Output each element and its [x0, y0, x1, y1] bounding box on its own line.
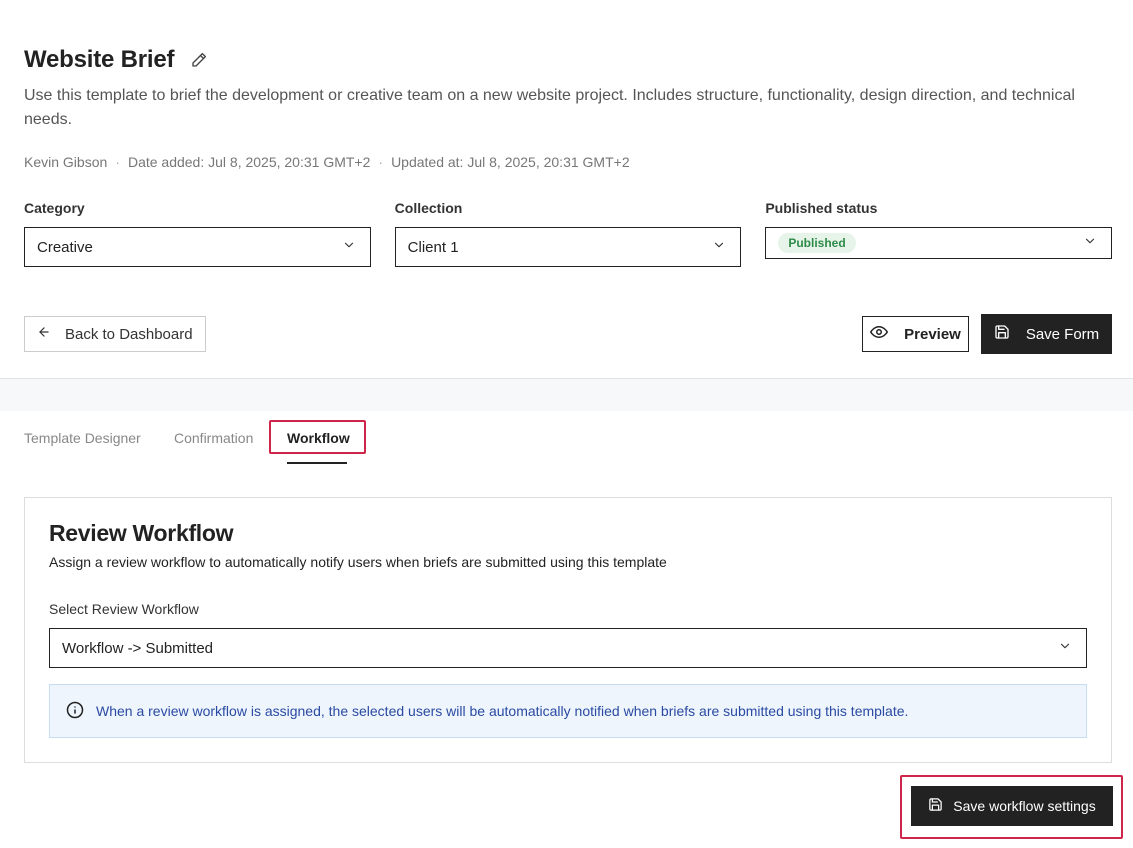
collection-field: Collection Client 1: [394, 200, 742, 267]
preview-button-label: Preview: [904, 325, 961, 343]
page-header: Website Brief Use this template to brief…: [24, 46, 1114, 170]
chevron-down-icon: [1058, 639, 1072, 657]
pencil-icon[interactable]: [188, 49, 210, 71]
action-bar: Back to Dashboard Preview Save Form: [24, 314, 1112, 354]
save-form-label: Save Form: [1025, 325, 1100, 343]
chevron-down-icon: [1083, 234, 1097, 252]
info-notice: When a review workflow is assigned, the …: [49, 684, 1087, 738]
info-notice-text: When a review workflow is assigned, the …: [96, 703, 909, 719]
title-row: Website Brief: [24, 46, 1114, 74]
workflow-select-value: Workflow -> Submitted: [62, 639, 214, 657]
save-workflow-label: Save workflow settings: [953, 798, 1096, 814]
floppy-disk-icon: [994, 324, 1010, 344]
category-value: Creative: [37, 238, 93, 256]
published-status-label: Published status: [765, 200, 878, 216]
collection-select[interactable]: Client 1: [394, 227, 742, 267]
save-workflow-settings-button[interactable]: Save workflow settings: [911, 786, 1113, 826]
workflow-select-label: Select Review Workflow: [49, 601, 199, 617]
active-tab-underline: [287, 462, 347, 464]
info-circle-icon: [66, 701, 84, 722]
preview-button[interactable]: Preview: [862, 316, 969, 352]
panel-title: Review Workflow: [49, 520, 234, 546]
chevron-down-icon: [712, 238, 726, 256]
updated-at: Updated at: Jul 8, 2025, 20:31 GMT+2: [391, 154, 630, 170]
meta-separator: ·: [115, 154, 120, 170]
tab-confirmation[interactable]: Confirmation: [174, 430, 253, 446]
collection-value: Client 1: [407, 238, 459, 256]
eye-icon: [870, 323, 889, 345]
category-select[interactable]: Creative: [24, 227, 371, 267]
workflow-select[interactable]: Workflow -> Submitted: [49, 628, 1087, 668]
published-status-select[interactable]: Published: [765, 227, 1113, 259]
tab-workflow[interactable]: Workflow: [287, 430, 350, 446]
arrow-left-icon: [37, 325, 51, 343]
category-label: Category: [24, 200, 85, 216]
date-added: Date added: Jul 8, 2025, 20:31 GMT+2: [127, 154, 371, 170]
back-button-label: Back to Dashboard: [65, 325, 193, 343]
panel-description: Assign a review workflow to automaticall…: [49, 554, 667, 570]
author-name: Kevin Gibson: [24, 154, 108, 170]
published-status-field: Published status Published: [765, 200, 1113, 267]
tab-template-designer[interactable]: Template Designer: [24, 430, 141, 446]
template-fields: Category Creative Collection Client 1 Pu…: [24, 200, 1113, 267]
save-workflow-highlight: Save workflow settings: [900, 775, 1123, 839]
save-form-button[interactable]: Save Form: [981, 314, 1112, 354]
page-description: Use this template to brief the developme…: [24, 87, 1075, 128]
chevron-down-icon: [342, 238, 356, 256]
meta-separator: ·: [378, 154, 384, 170]
page-title: Website Brief: [24, 46, 175, 73]
back-to-dashboard-button[interactable]: Back to Dashboard: [24, 316, 206, 352]
category-field: Category Creative: [24, 200, 371, 267]
section-divider: [0, 378, 1133, 411]
collection-label: Collection: [394, 200, 463, 216]
meta-info: Kevin Gibson · Date added: Jul 8, 2025, …: [24, 154, 1114, 170]
review-workflow-panel: Review Workflow Assign a review workflow…: [24, 497, 1112, 763]
status-badge: Published: [778, 233, 856, 253]
tab-bar: Template Designer Confirmation Workflow: [24, 420, 424, 466]
floppy-disk-icon: [928, 797, 943, 815]
